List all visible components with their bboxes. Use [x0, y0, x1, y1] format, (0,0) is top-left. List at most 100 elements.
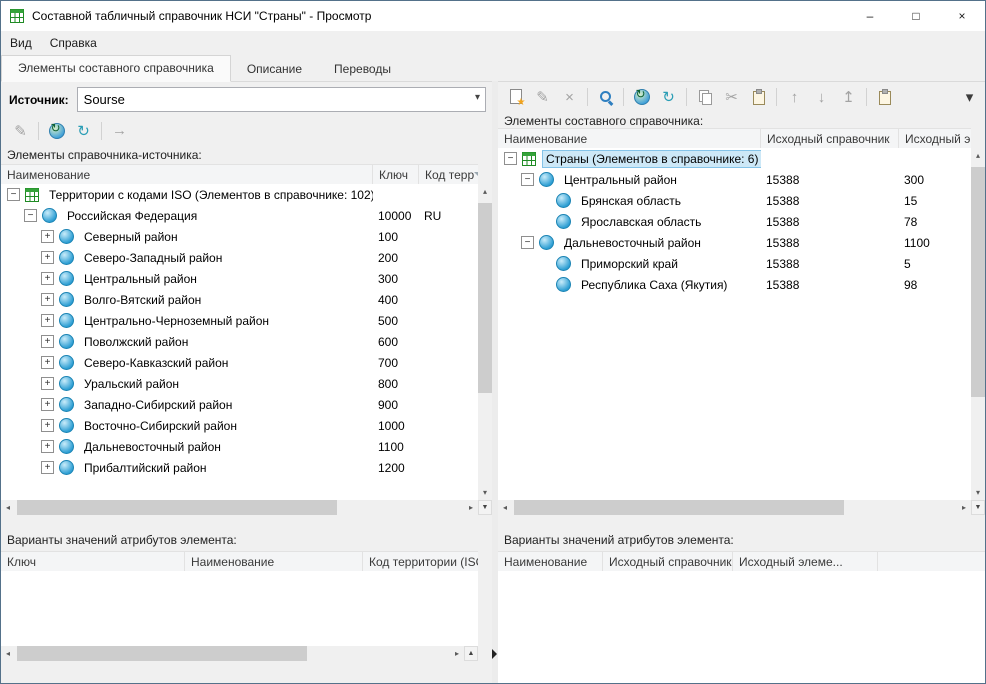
scroll-up-icon[interactable]: ▴ [478, 184, 492, 199]
tab-translations[interactable]: Переводы [318, 57, 407, 82]
scroll-left-icon[interactable]: ◂ [1, 646, 15, 661]
collapse-minus-icon[interactable]: − [7, 188, 20, 201]
scroll-track[interactable] [15, 646, 450, 661]
scroll-thumb[interactable] [17, 500, 337, 515]
source-tree-hscrollbar[interactable]: ◂ ▸ [1, 500, 478, 515]
expand-plus-icon[interactable]: + [41, 272, 54, 285]
collapse-pane-button[interactable]: ▼ [971, 500, 985, 515]
expand-plus-icon[interactable]: + [41, 440, 54, 453]
menu-view[interactable]: Вид [1, 31, 41, 55]
tree-row[interactable]: −Брянская область1538815 [498, 190, 971, 211]
refresh-icon[interactable]: ↻ [655, 85, 682, 109]
tree-row[interactable]: +Северный район100 [1, 226, 478, 247]
scroll-thumb[interactable] [17, 646, 307, 661]
tree-row[interactable]: +Прибалтийский район1200 [1, 457, 478, 478]
collapse-minus-icon[interactable]: − [521, 173, 534, 186]
column-header-territory-code[interactable]: Код территории (ISO [363, 552, 478, 572]
search-icon[interactable] [592, 85, 619, 109]
composite-tree-vscrollbar[interactable]: ▴ ▾ [971, 148, 985, 500]
expand-plus-icon[interactable]: + [41, 251, 54, 264]
chevron-down-icon[interactable]: ▾ [475, 92, 480, 103]
paste-special-icon[interactable] [871, 85, 898, 109]
scroll-track[interactable] [512, 500, 957, 515]
forward-arrow-icon[interactable]: → [106, 119, 133, 143]
tree-row[interactable]: −Российская Федерация10000RU [1, 205, 478, 226]
collapse-minus-icon[interactable]: − [521, 236, 534, 249]
scroll-left-icon[interactable]: ◂ [1, 500, 15, 515]
tree-row[interactable]: +Восточно-Сибирский район1000 [1, 415, 478, 436]
tree-row[interactable]: +Центрально-Черноземный район500 [1, 310, 478, 331]
column-header-territory-code[interactable]: Код терр [419, 165, 478, 185]
expand-pane-button[interactable]: ▲ [464, 646, 478, 661]
tree-row[interactable]: −Республика Саха (Якутия)1538898 [498, 274, 971, 295]
scroll-track[interactable] [478, 199, 492, 485]
scroll-track[interactable] [15, 500, 464, 515]
tree-row[interactable]: +Поволжский район600 [1, 331, 478, 352]
column-header-source-ref[interactable]: Исходный справочник [761, 129, 899, 149]
tree-row[interactable]: +Волго-Вятский район400 [1, 289, 478, 310]
scroll-left-icon[interactable]: ◂ [498, 500, 512, 515]
cut-icon[interactable]: ✂ [718, 85, 745, 109]
column-header-name[interactable]: Наименование [185, 552, 363, 572]
move-top-icon[interactable]: ↥ [835, 85, 862, 109]
column-header-name[interactable]: Наименование [498, 552, 603, 572]
move-down-icon[interactable]: ↓ [808, 85, 835, 109]
scroll-down-icon[interactable]: ▾ [971, 485, 985, 500]
scroll-thumb[interactable] [514, 500, 844, 515]
collapse-pane-button[interactable]: ▼ [478, 500, 492, 515]
close-button[interactable]: × [939, 1, 985, 31]
tree-row[interactable]: +Дальневосточный район1100 [1, 436, 478, 457]
tree-row[interactable]: +Центральный район300 [1, 268, 478, 289]
expand-plus-icon[interactable]: + [41, 461, 54, 474]
move-up-icon[interactable]: ↑ [781, 85, 808, 109]
scroll-up-icon[interactable]: ▴ [971, 148, 985, 163]
tree-row[interactable]: −Дальневосточный район153881100 [498, 232, 971, 253]
expand-plus-icon[interactable]: + [41, 230, 54, 243]
expand-plus-icon[interactable]: + [41, 293, 54, 306]
collapse-minus-icon[interactable]: − [504, 152, 517, 165]
column-header-source-elem[interactable]: Исходный э [899, 129, 971, 149]
expand-plus-icon[interactable]: + [41, 356, 54, 369]
expand-plus-icon[interactable]: + [41, 314, 54, 327]
expand-plus-icon[interactable]: + [41, 419, 54, 432]
tree-row[interactable]: +Уральский район800 [1, 373, 478, 394]
scroll-right-icon[interactable]: ▸ [450, 646, 464, 661]
composite-tree-hscrollbar[interactable]: ◂ ▸ [498, 500, 971, 515]
expand-plus-icon[interactable]: + [41, 335, 54, 348]
scroll-track[interactable] [971, 163, 985, 485]
collapse-minus-icon[interactable]: − [24, 209, 37, 222]
globe-refresh-icon[interactable] [43, 119, 70, 143]
expand-plus-icon[interactable]: + [41, 377, 54, 390]
copy-icon[interactable] [691, 85, 718, 109]
column-header-key[interactable]: Ключ [1, 552, 185, 572]
column-header-source-elem[interactable]: Исходный элеме... [733, 552, 878, 572]
scroll-right-icon[interactable]: ▸ [957, 500, 971, 515]
maximize-button[interactable]: □ [893, 1, 939, 31]
paste-icon[interactable] [745, 85, 772, 109]
tab-description[interactable]: Описание [231, 57, 318, 82]
tree-row[interactable]: +Северо-Западный район200 [1, 247, 478, 268]
scroll-right-icon[interactable]: ▸ [464, 500, 478, 515]
column-header-name[interactable]: Наименование [1, 165, 373, 185]
toolbar-overflow-icon[interactable]: ▾ [956, 85, 983, 109]
source-tree-vscrollbar[interactable]: ▴ ▾ [478, 184, 492, 500]
tree-row[interactable]: +Северо-Кавказский район700 [1, 352, 478, 373]
scroll-down-icon[interactable]: ▾ [478, 485, 492, 500]
tree-row[interactable]: −Ярославская область1538878 [498, 211, 971, 232]
attrs-hscrollbar[interactable]: ◂ ▸ [1, 646, 464, 661]
menu-help[interactable]: Справка [41, 31, 106, 55]
add-element-icon[interactable] [502, 85, 529, 109]
tree-row[interactable]: −Страны (Элементов в справочнике: 6) [498, 148, 971, 169]
tree-row[interactable]: −Приморский край153885 [498, 253, 971, 274]
edit-icon[interactable]: ✎ [7, 119, 34, 143]
minimize-button[interactable]: – [847, 1, 893, 31]
column-header-name[interactable]: Наименование [498, 129, 761, 149]
tree-row[interactable]: +Западно-Сибирский район900 [1, 394, 478, 415]
scroll-thumb[interactable] [971, 167, 985, 397]
tab-elements[interactable]: Элементы составного справочника [1, 55, 231, 82]
column-header-key[interactable]: Ключ [373, 165, 419, 185]
globe-refresh-icon[interactable] [628, 85, 655, 109]
column-header-source-ref[interactable]: Исходный справочник [603, 552, 733, 572]
source-combobox[interactable]: Sourse ▾ [77, 87, 486, 112]
splitter-arrow-icon[interactable] [492, 649, 497, 659]
